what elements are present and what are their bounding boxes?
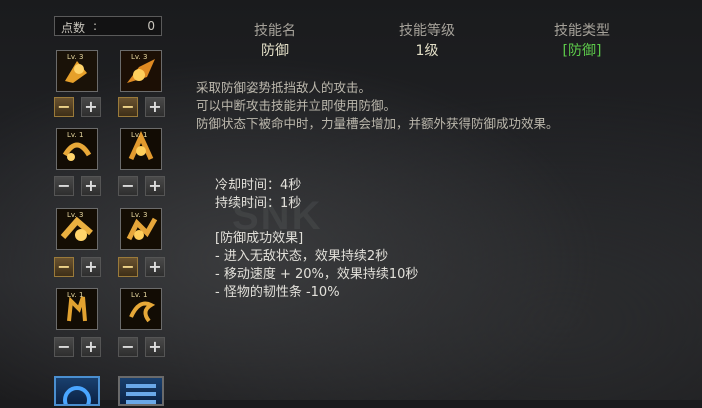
description-line-3: 防御状态下被命中时，力量槽会增加，并额外获得防御成功效果。 — [196, 116, 559, 131]
skill-points-box: 点数 : 0 — [54, 16, 162, 36]
skill-slot-8[interactable]: Lv. 1 — [120, 288, 162, 330]
skill-level-label: Lv. 1 — [131, 131, 148, 139]
skill-6-plus-button[interactable]: + — [145, 257, 165, 277]
cooldown-text: 冷却时间：4秒 — [215, 178, 302, 193]
skill-level-header: 技能等级 — [399, 23, 455, 39]
skill-4-minus-button[interactable]: − — [118, 176, 138, 196]
skill-5-minus-button[interactable]: − — [54, 257, 74, 277]
skill-type-value: [防御] — [562, 43, 602, 59]
skill-tab-2[interactable] — [118, 376, 164, 406]
list-icon — [126, 384, 156, 404]
skill-3-minus-button[interactable]: − — [54, 176, 74, 196]
skill-name-value: 防御 — [261, 43, 289, 59]
skill-points-label: 点数 — [61, 21, 86, 35]
skill-level-value: 1级 — [415, 43, 439, 59]
skill-2-minus-button[interactable]: − — [118, 97, 138, 117]
skill-level-label: Lv. 1 — [67, 291, 84, 299]
skill-slot-3[interactable]: Lv. 1 — [56, 128, 98, 170]
description-line-1: 采取防御姿势抵挡敌人的攻击。 — [196, 80, 372, 95]
skill-slot-4[interactable]: Lv. 1 — [120, 128, 162, 170]
swirl-icon — [63, 386, 91, 408]
skill-level-label: Lv. 3 — [131, 53, 148, 61]
description-line-2: 可以中断攻击技能并立即使用防御。 — [196, 98, 397, 113]
skill-8-minus-button[interactable]: − — [118, 337, 138, 357]
skill-2-plus-button[interactable]: + — [145, 97, 165, 117]
success-effect-title: [防御成功效果] — [215, 231, 304, 246]
duration-text: 持续时间：1秒 — [215, 196, 302, 211]
skill-level-label: Lv. 1 — [131, 291, 148, 299]
skill-level-label: Lv. 3 — [131, 211, 148, 219]
skill-name-header: 技能名 — [254, 23, 296, 39]
skill-4-plus-button[interactable]: + — [145, 176, 165, 196]
skill-slot-5[interactable]: Lv. 3 — [56, 208, 98, 250]
skill-slot-2[interactable]: Lv. 3 — [120, 50, 162, 92]
skill-slot-1[interactable]: Lv. 3 — [56, 50, 98, 92]
skill-1-minus-button[interactable]: − — [54, 97, 74, 117]
skill-points-separator: : — [93, 19, 98, 33]
skill-7-plus-button[interactable]: + — [81, 337, 101, 357]
skill-level-label: Lv. 1 — [67, 131, 84, 139]
skill-level-label: Lv. 3 — [67, 211, 84, 219]
skill-5-plus-button[interactable]: + — [81, 257, 101, 277]
skill-6-minus-button[interactable]: − — [118, 257, 138, 277]
success-effect-item: - 进入无敌状态，效果持续2秒 — [215, 249, 389, 264]
skill-slot-6[interactable]: Lv. 3 — [120, 208, 162, 250]
skill-3-plus-button[interactable]: + — [81, 176, 101, 196]
success-effect-item: - 怪物的韧性条 -10% — [215, 285, 340, 300]
skill-7-minus-button[interactable]: − — [54, 337, 74, 357]
success-effect-item: - 移动速度 + 20%，效果持续10秒 — [215, 267, 419, 282]
skill-level-label: Lv. 3 — [67, 53, 84, 61]
skill-8-plus-button[interactable]: + — [145, 337, 165, 357]
skill-slot-7[interactable]: Lv. 1 — [56, 288, 98, 330]
skill-type-header: 技能类型 — [554, 23, 610, 39]
skill-1-plus-button[interactable]: + — [81, 97, 101, 117]
skill-tab-1[interactable] — [54, 376, 100, 408]
skill-points-value: 0 — [147, 19, 155, 33]
